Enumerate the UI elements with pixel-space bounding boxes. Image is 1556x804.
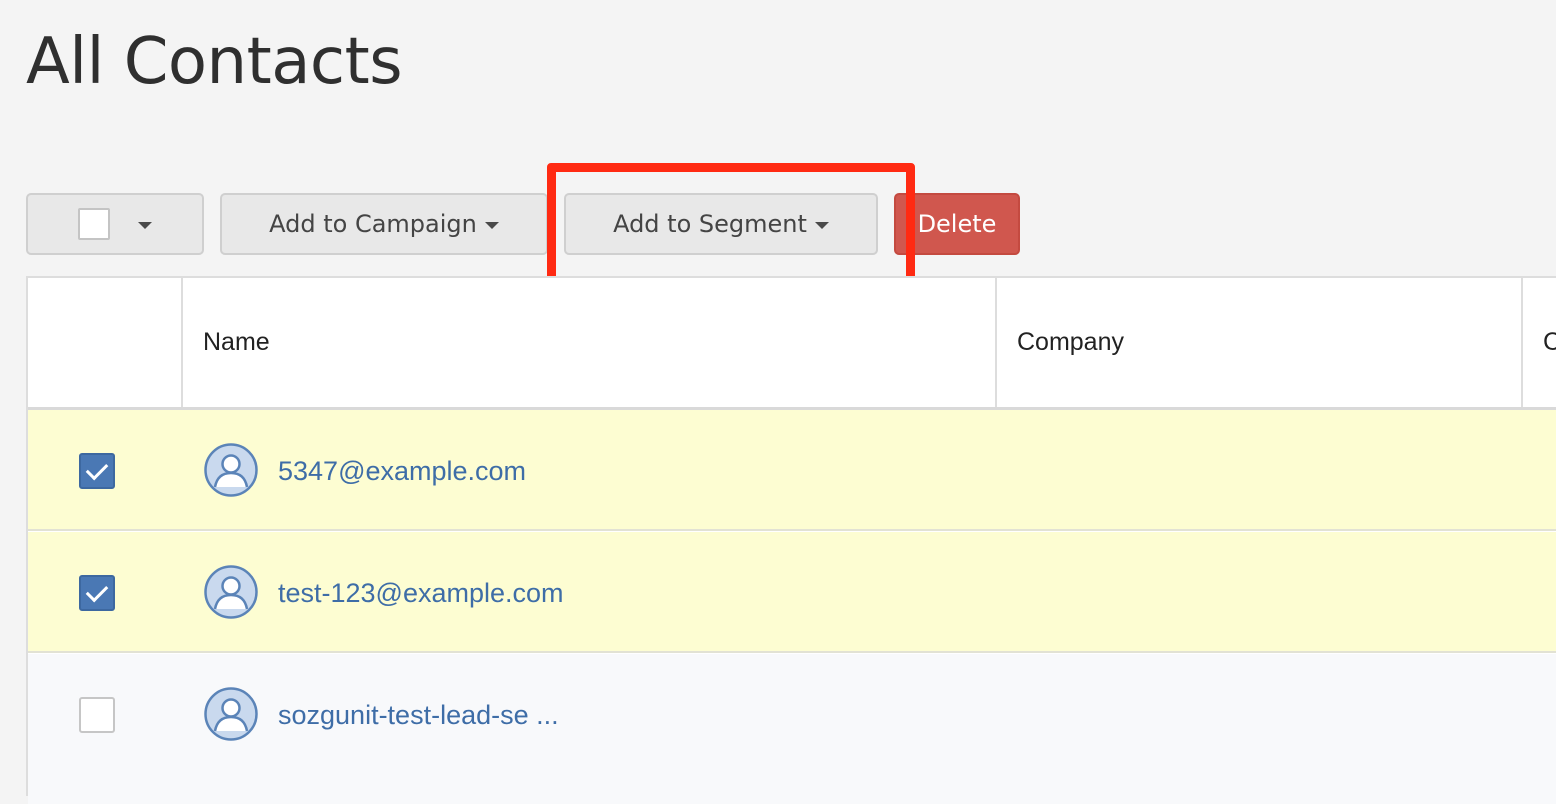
add-to-campaign-label: Add to Campaign — [269, 210, 477, 238]
user-avatar-icon — [204, 565, 258, 619]
delete-label: Delete — [917, 210, 997, 238]
bulk-select-dropdown[interactable] — [26, 193, 204, 255]
contact-name-link[interactable]: test-123@example.com — [278, 575, 564, 611]
chevron-down-icon — [484, 221, 499, 229]
add-to-segment-button[interactable]: Add to Segment — [564, 193, 878, 255]
chevron-down-icon — [814, 221, 829, 229]
table-row[interactable]: 5347@example.com — [28, 410, 1556, 531]
header-checkbox-column — [28, 278, 183, 407]
header-company[interactable]: Company — [997, 278, 1523, 407]
chevron-down-icon — [138, 221, 152, 229]
table-row[interactable]: test-123@example.com — [28, 532, 1556, 653]
delete-button[interactable]: Delete — [894, 193, 1020, 255]
contact-name-link[interactable]: 5347@example.com — [278, 453, 526, 489]
page-title: All Contacts — [26, 25, 403, 99]
user-avatar-icon — [204, 687, 258, 741]
row-checkbox[interactable] — [79, 453, 115, 489]
table-header: Name Company C — [28, 278, 1556, 410]
table-row[interactable]: sozgunit-test-lead-se ... — [28, 654, 1556, 804]
contact-name-link[interactable]: sozgunit-test-lead-se ... — [278, 697, 559, 733]
user-avatar-icon — [204, 443, 258, 497]
add-to-segment-label: Add to Segment — [613, 210, 807, 238]
select-all-checkbox[interactable] — [78, 208, 110, 240]
header-name[interactable]: Name — [183, 278, 997, 407]
header-next-column[interactable]: C — [1523, 278, 1556, 407]
row-checkbox[interactable] — [79, 575, 115, 611]
contacts-table: Name Company C 5347@example.com test-123… — [26, 276, 1556, 804]
add-to-campaign-button[interactable]: Add to Campaign — [220, 193, 548, 255]
row-checkbox[interactable] — [79, 697, 115, 733]
